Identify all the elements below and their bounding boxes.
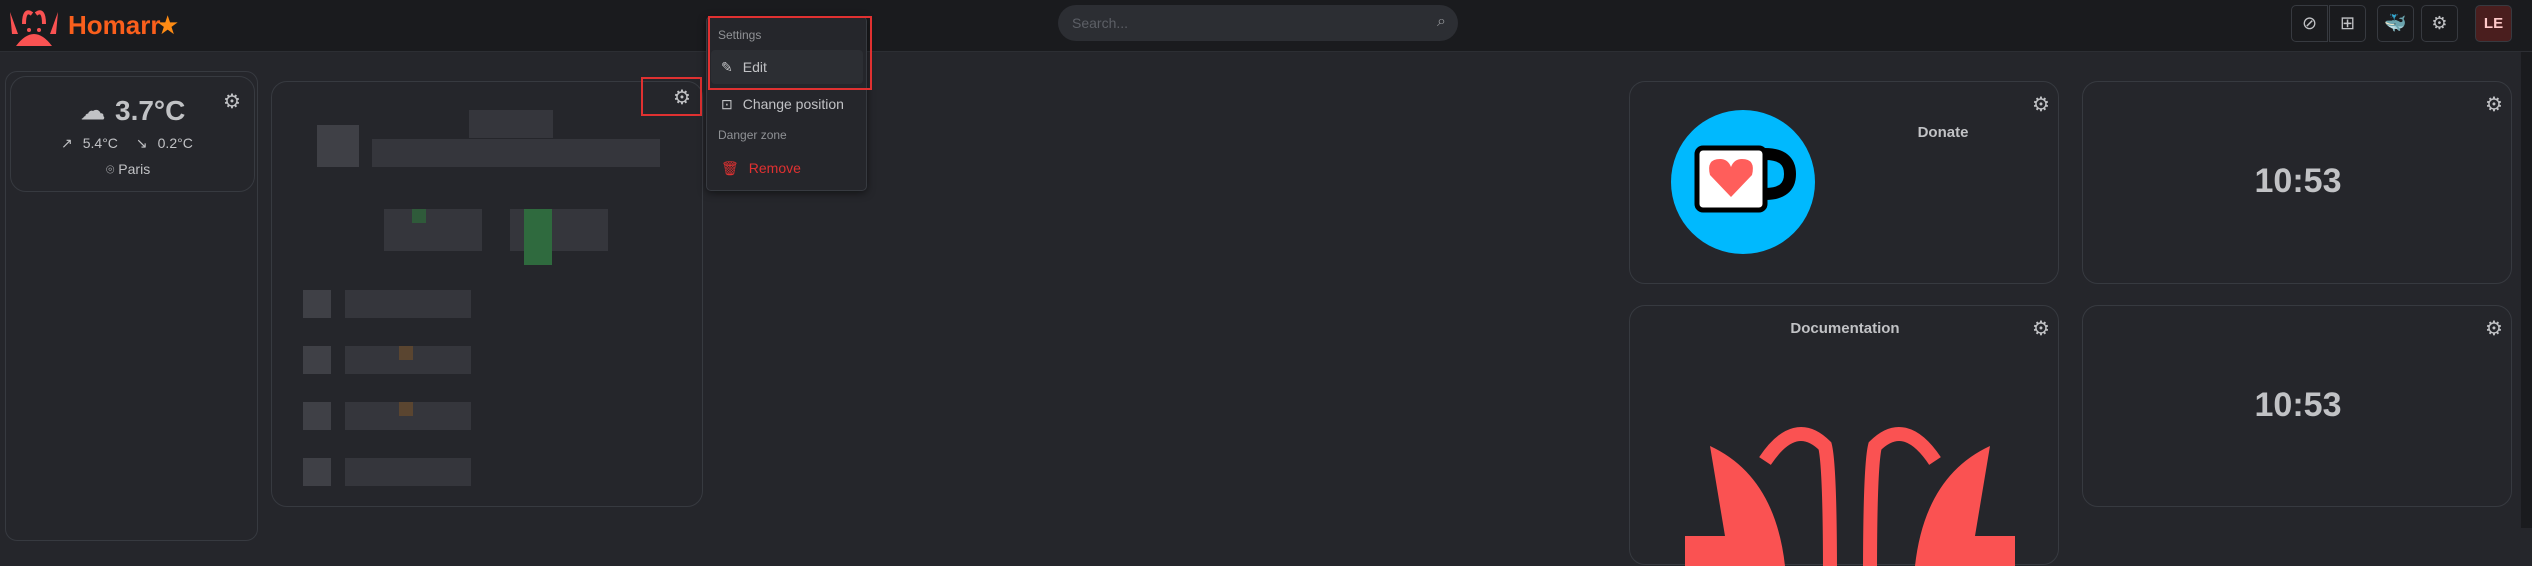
menu-item-remove[interactable]: 🗑 Remove — [711, 151, 863, 185]
add-tile-button[interactable]: ⊞ — [2329, 5, 2366, 42]
settings-button[interactable]: ⚙ — [2421, 5, 2458, 42]
highlight-box — [708, 16, 872, 90]
documentation-tile[interactable]: ⚙ Documentation — [1629, 305, 2059, 566]
gear-icon: ⚙ — [673, 86, 691, 109]
homarr-logo-icon — [1685, 427, 2015, 566]
min-temp: 0.2°C — [157, 135, 193, 151]
search-icon: ⌕ — [1437, 13, 1446, 30]
temperature: 3.7°C — [115, 95, 186, 126]
clock-time: 10:53 — [2254, 386, 2342, 424]
gear-icon[interactable]: ⚙ — [2028, 91, 2054, 117]
app-name[interactable]: Homarr — [68, 10, 160, 41]
donate-tile[interactable]: ⚙ Donate — [1629, 81, 2059, 284]
edit-off-icon: ⊘ — [2301, 13, 2318, 33]
cloud-icon: ☁ — [81, 97, 105, 125]
search-input[interactable]: Search... ⌕ — [1058, 5, 1458, 41]
weather-settings-button[interactable]: ⚙ — [219, 88, 245, 114]
menu-item-remove-label: Remove — [748, 160, 801, 176]
clock-widget: ⚙ 10:53 — [2082, 81, 2512, 284]
clock-time: 10:53 — [2254, 162, 2342, 200]
clock-widget: ⚙ 10:53 — [2082, 305, 2512, 507]
homarr-logo-icon — [10, 10, 58, 46]
max-temp: 5.4°C — [82, 135, 118, 151]
highlighted-settings-button[interactable]: ⚙ — [641, 77, 702, 116]
gear-icon[interactable]: ⚙ — [2481, 91, 2507, 117]
arrow-up-right-icon: ↗ — [61, 135, 73, 151]
toggle-edit-mode-button[interactable]: ⊘ — [2291, 5, 2328, 42]
avatar[interactable]: LE — [2475, 5, 2512, 42]
gear-icon[interactable]: ⚙ — [2481, 315, 2507, 341]
gear-icon: ⚙ — [2431, 13, 2448, 33]
apps-plus-icon: ⊞ — [2339, 13, 2356, 33]
map-pin-icon: ⌾ — [106, 161, 115, 177]
menu-item-change-position[interactable]: ⊡ Change position — [711, 87, 863, 121]
documentation-label: Documentation — [1790, 320, 1900, 337]
menu-label-danger-zone: Danger zone — [718, 128, 787, 142]
layout-icon: ⊡ — [721, 95, 733, 112]
donate-label: Donate — [1917, 124, 1969, 141]
location: Paris — [118, 161, 151, 177]
docker-icon: 🐳 — [2384, 13, 2407, 33]
header: Homarr ★ Search... ⌕ ⊘ ⊞ 🐳 ⚙ LE — [0, 0, 2532, 52]
search-placeholder: Search... — [1072, 15, 1129, 31]
scrollbar[interactable] — [2521, 52, 2532, 528]
trash-icon: 🗑 — [721, 159, 739, 176]
arrow-down-right-icon: ↘ — [135, 135, 148, 151]
menu-item-change-position-label: Change position — [742, 96, 844, 112]
kofi-cup-icon — [1671, 110, 1815, 254]
star-icon: ★ — [156, 10, 180, 40]
weather-widget: ⚙ ☁ 3.7°C ↗ 5.4°C ↘ 0.2°C ⌾ Paris — [10, 76, 255, 192]
gear-icon: ⚙ — [223, 90, 241, 113]
pixelated-widget — [271, 81, 703, 507]
docker-button[interactable]: 🐳 — [2377, 5, 2414, 42]
